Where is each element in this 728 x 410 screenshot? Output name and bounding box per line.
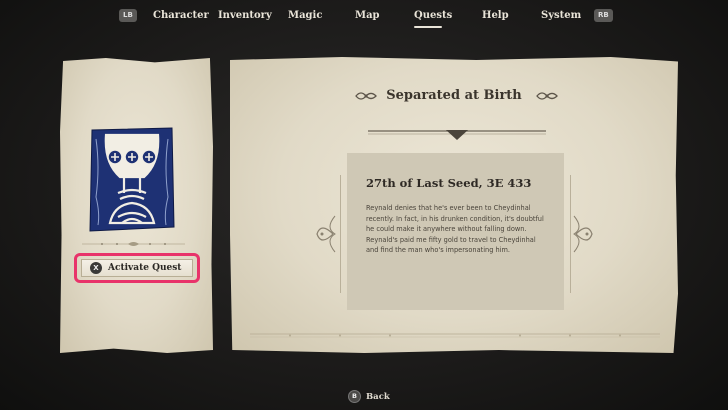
left-frame-line xyxy=(340,175,341,293)
journal-entry-date: 27th of Last Seed, 3E 433 xyxy=(366,176,532,190)
tab-magic[interactable]: Magic xyxy=(288,10,322,21)
bottom-ornamental-border xyxy=(250,333,660,338)
activate-quest-label: Activate Quest xyxy=(108,263,182,273)
tab-character[interactable]: Character xyxy=(153,10,209,21)
top-navigation: LB Character Inventory Magic Map Quests … xyxy=(0,0,728,34)
header-divider xyxy=(368,130,546,140)
tab-quests[interactable]: Quests xyxy=(414,10,452,21)
b-button-icon: B xyxy=(348,390,361,403)
x-button-icon: X xyxy=(90,262,102,274)
side-flourish-left-icon xyxy=(316,215,336,253)
lb-bumper-icon[interactable]: LB xyxy=(119,9,137,22)
back-label: Back xyxy=(366,391,390,402)
tab-map[interactable]: Map xyxy=(355,10,380,21)
quest-title: Separated at Birth xyxy=(386,88,522,103)
tab-inventory[interactable]: Inventory xyxy=(218,10,272,21)
activate-quest-button[interactable]: X Activate Quest xyxy=(81,259,193,277)
back-prompt[interactable]: B Back xyxy=(348,390,390,403)
side-flourish-right-icon xyxy=(573,215,593,253)
tab-system[interactable]: System xyxy=(541,10,581,21)
title-flourish-right-icon xyxy=(536,92,558,100)
right-frame-line xyxy=(570,175,571,293)
journal-entry-text: Reynald denies that he's ever been to Ch… xyxy=(366,204,544,255)
activate-quest-highlight: X Activate Quest xyxy=(74,253,200,283)
tab-help[interactable]: Help xyxy=(482,10,509,21)
ornamental-divider xyxy=(82,242,185,246)
active-tab-indicator xyxy=(414,26,442,28)
rb-bumper-icon[interactable]: RB xyxy=(594,9,613,22)
chalice-skull-icon xyxy=(89,127,175,232)
